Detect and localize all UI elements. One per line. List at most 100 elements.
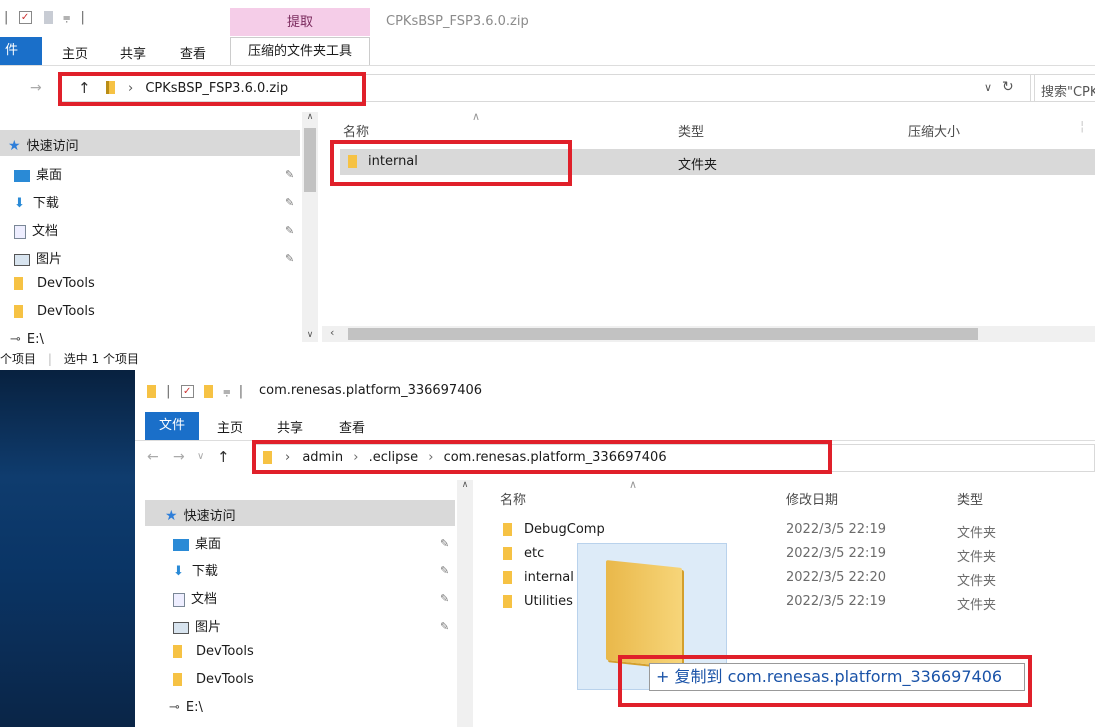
pin-icon[interactable]: ✎ (285, 252, 294, 265)
folder-icon (606, 560, 682, 668)
divider: | (166, 384, 171, 399)
desktop-background (0, 370, 135, 727)
scroll-thumb[interactable] (304, 128, 316, 192)
nav-item-drive-e[interactable]: ⊸ E:\ (169, 700, 203, 715)
column-divider: ¦ (1080, 119, 1085, 134)
ribbon-divider (0, 65, 1095, 66)
table-row[interactable]: Utilities (503, 594, 573, 609)
forward-button[interactable]: → (173, 449, 185, 465)
nav-item-documents[interactable]: 文档 (173, 588, 217, 607)
recent-dropdown-icon[interactable]: ∨ (197, 451, 204, 462)
scroll-up-icon[interactable]: ∧ (302, 112, 318, 122)
column-header-name[interactable]: 名称 (500, 489, 526, 508)
column-header-type[interactable]: 类型 (957, 489, 983, 508)
folder-icon (503, 595, 512, 608)
scroll-down-icon[interactable]: ∨ (302, 330, 318, 340)
nav-scrollbar[interactable]: ∧ ∨ (302, 112, 318, 342)
highlight-copy-tooltip (618, 655, 1032, 707)
nav-scrollbar[interactable]: ∧ (457, 480, 473, 727)
column-header-modified[interactable]: 修改日期 (786, 489, 838, 508)
folder-icon (503, 571, 512, 584)
divider: | (4, 10, 9, 25)
desktop-icon (14, 169, 30, 182)
ribbon-tab-home[interactable]: 主页 (217, 417, 243, 436)
scroll-up-icon[interactable]: ∧ (457, 480, 473, 490)
scroll-left-icon[interactable]: ‹ (330, 326, 334, 339)
extract-tab-header[interactable]: 提取 (230, 8, 370, 36)
forward-button[interactable]: → (30, 80, 42, 96)
ribbon-tab-file[interactable]: 文件 (145, 412, 199, 440)
nav-item-pictures[interactable]: 图片 (14, 248, 62, 267)
pin-icon[interactable]: ✎ (440, 620, 449, 633)
nav-item-downloads[interactable]: ⬇ 下载 (173, 560, 218, 579)
pin-icon[interactable]: ✎ (440, 537, 449, 550)
nav-item-devtools-2[interactable]: DevTools (14, 304, 95, 319)
desktop-icon (173, 538, 189, 551)
nav-item-pictures[interactable]: 图片 (173, 616, 221, 635)
highlight-address (58, 72, 366, 106)
nav-item-desktop[interactable]: 桌面 (14, 164, 62, 183)
highlight-breadcrumb (252, 440, 832, 474)
dropdown-icon[interactable]: ⩦ (223, 384, 231, 399)
back-button[interactable]: ← (147, 449, 159, 465)
table-row[interactable]: internal (503, 570, 574, 585)
nav-item-devtools-1[interactable]: DevTools (173, 644, 254, 659)
nav-item-desktop[interactable]: 桌面 (173, 533, 221, 552)
ribbon-tab-home[interactable]: 主页 (62, 43, 88, 62)
ribbon-tab-share[interactable]: 共享 (277, 417, 303, 436)
nav-item-devtools-1[interactable]: DevTools (14, 276, 95, 291)
h-scroll-thumb[interactable] (348, 328, 978, 340)
folder-icon[interactable] (203, 385, 213, 398)
row-type: 文件夹 (957, 550, 997, 565)
column-header-size[interactable]: 压缩大小 (908, 121, 960, 140)
status-selected: 选中 1 个项目 (63, 352, 139, 366)
quick-access-label: 快速访问 (183, 509, 236, 524)
file-type: 文件夹 (678, 158, 718, 173)
bottom-explorer-window: | ✓ ⩦ | com.renesas.platform_336697406 文… (135, 370, 1095, 727)
pin-icon[interactable]: ✎ (285, 224, 294, 237)
ribbon-tab-view[interactable]: 查看 (180, 43, 206, 62)
ribbon-tab-file[interactable]: 件 (0, 37, 42, 65)
nav-item-downloads[interactable]: ⬇ 下载 (14, 192, 59, 211)
pictures-icon (173, 621, 189, 634)
row-date: 2022/3/5 22:19 (786, 546, 886, 561)
quick-access-item[interactable]: ★ 快速访问 (145, 500, 455, 526)
highlight-internal (330, 140, 572, 186)
chevron-down-icon[interactable]: ∨ (984, 81, 992, 94)
pin-icon[interactable]: ✎ (285, 196, 294, 209)
nav-item-devtools-2[interactable]: DevTools (173, 672, 254, 687)
h-scrollbar[interactable]: ‹ (322, 326, 1095, 342)
folder-icon (14, 277, 23, 290)
pin-icon[interactable]: ✎ (440, 564, 449, 577)
quick-access-toolbar: | ✓ ⩦ | (147, 384, 243, 399)
column-header-type[interactable]: 类型 (678, 121, 704, 140)
nav-item-drive-e[interactable]: ⊸ E:\ (10, 332, 44, 347)
column-sort-icon: ∧ (629, 478, 638, 491)
up-arrow-icon[interactable]: ↑ (217, 448, 230, 466)
folder-icon[interactable] (43, 11, 53, 24)
nav-item-documents[interactable]: 文档 (14, 220, 58, 239)
divider: | (80, 10, 85, 25)
pin-icon[interactable]: ✎ (285, 168, 294, 181)
column-sort-icon: ∧ (472, 110, 481, 123)
refresh-icon[interactable]: ↻ (1002, 79, 1014, 95)
dropdown-icon[interactable]: ⩦ (63, 10, 71, 25)
pin-icon[interactable]: ✎ (440, 592, 449, 605)
row-type: 文件夹 (957, 598, 997, 613)
checkbox-icon[interactable]: ✓ (18, 11, 32, 24)
documents-icon (14, 224, 26, 239)
quick-access-item[interactable]: ★ 快速访问 (0, 130, 300, 156)
search-input[interactable]: 搜索"CPK (1030, 74, 1095, 102)
folder-icon[interactable] (147, 385, 156, 398)
table-row[interactable]: etc (503, 546, 544, 561)
ribbon-tab-share[interactable]: 共享 (120, 43, 146, 62)
column-header-name[interactable]: 名称 (343, 121, 369, 140)
folder-icon (14, 305, 23, 318)
divider: | (238, 384, 244, 399)
checkbox-icon[interactable]: ✓ (180, 385, 194, 398)
table-row[interactable]: DebugComp (503, 522, 605, 537)
ribbon-tab-view[interactable]: 查看 (339, 417, 365, 436)
row-type: 文件夹 (957, 526, 997, 541)
ribbon-tab-zip-tools[interactable]: 压缩的文件夹工具 (230, 37, 370, 65)
row-date: 2022/3/5 22:19 (786, 522, 886, 537)
